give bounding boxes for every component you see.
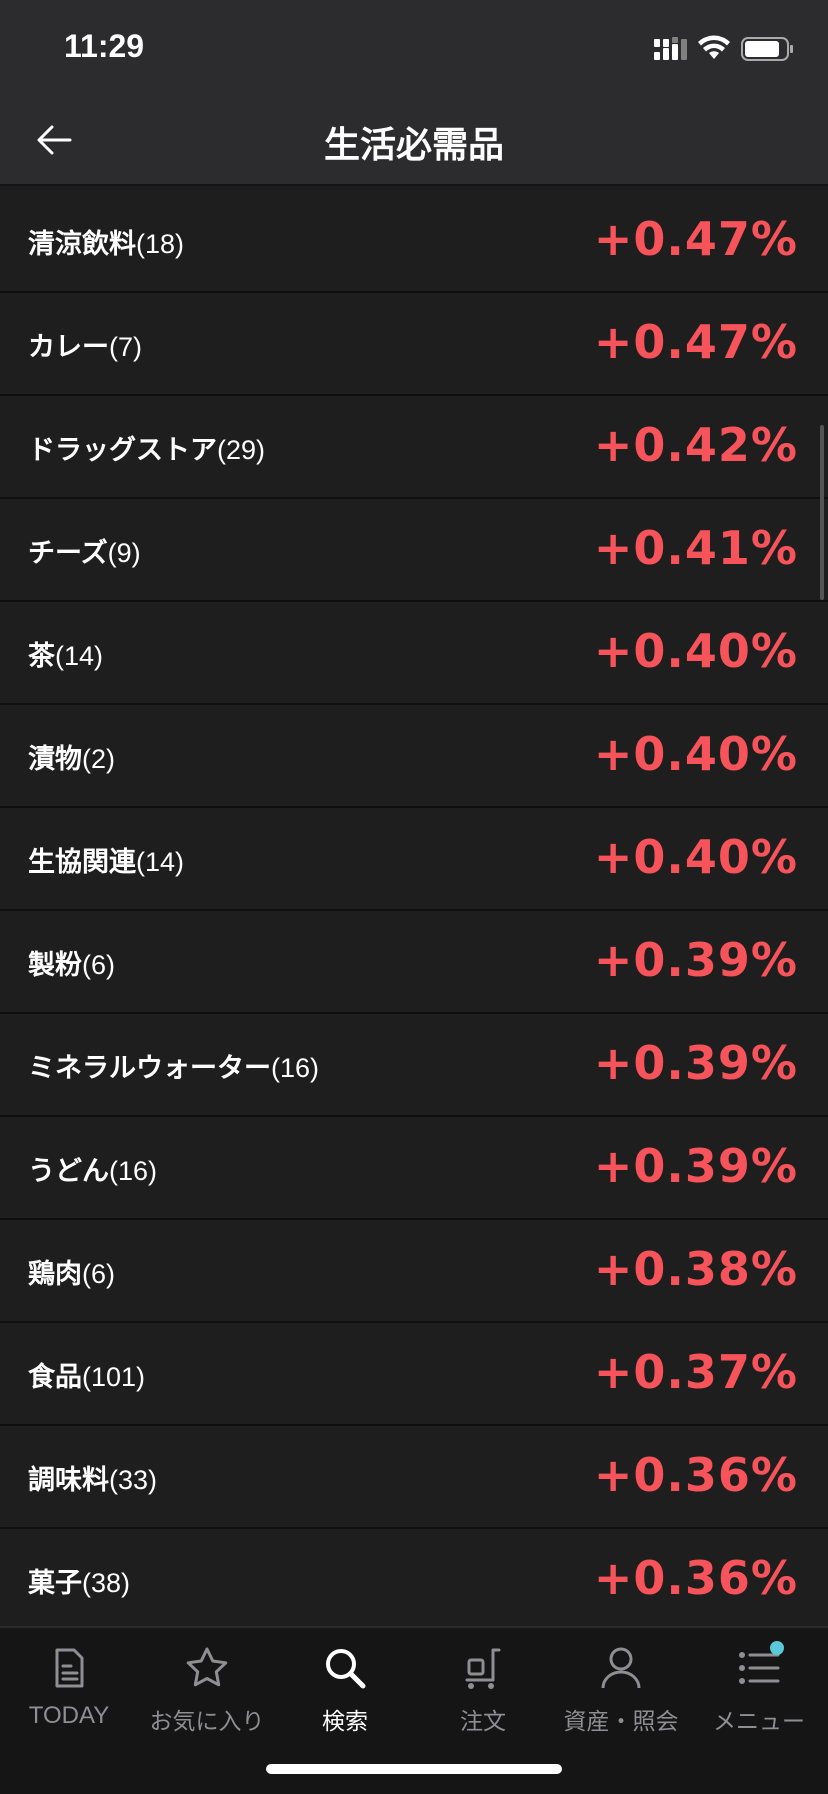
industry-name: ドラッグストア(29) [28,435,266,466]
industry-name: 茶(14) [28,641,104,672]
stock-count: (9) [107,538,141,568]
nav-bar: 生活必需品 [0,96,828,186]
list-item[interactable]: カレー(7) +0.47% [0,293,828,396]
tab-document[interactable]: TODAY [0,1638,138,1748]
search-icon [326,1649,366,1689]
stock-count: (6) [82,950,115,980]
stock-count: (14) [55,641,104,671]
tab-label: 検索 [322,1709,368,1735]
document-icon [55,1648,84,1688]
notification-dot [770,1641,784,1655]
list-item[interactable]: チーズ(9) +0.41% [0,499,828,602]
change-percent: +0.42% [593,418,798,472]
tab-star[interactable]: お気に入り [138,1638,276,1748]
change-percent: +0.47% [593,315,798,369]
tab-label: 資産・照会 [563,1709,679,1735]
change-percent: +0.37% [593,1345,798,1399]
list-item[interactable]: ミネラルウォーター(16) +0.39% [0,1014,828,1117]
list-item[interactable]: 製粉(6) +0.39% [0,911,828,1014]
stock-count: (29) [217,435,266,465]
stock-count: (14) [136,847,185,877]
change-percent: +0.47% [593,212,798,266]
cellular-signal-icon [654,37,687,60]
list-item[interactable]: 菓子(38) +0.36% [0,1529,828,1632]
change-percent: +0.40% [593,624,798,678]
tab-person[interactable]: 資産・照会 [552,1638,690,1748]
list-item[interactable]: 調味料(33) +0.36% [0,1426,828,1529]
battery-icon [741,37,793,61]
industry-name: カレー(7) [28,332,142,363]
stock-count: (2) [82,744,115,774]
industry-name: うどん(16) [28,1156,158,1187]
tab-label: TODAY [28,1702,110,1729]
person-icon [601,1647,641,1689]
list-item[interactable]: うどん(16) +0.39% [0,1117,828,1220]
status-time: 11:29 [64,28,145,64]
industry-name: 菓子(38) [28,1568,131,1599]
stock-count: (33) [109,1465,158,1495]
tab-menu-list[interactable]: メニュー [690,1638,828,1748]
stock-count: (38) [82,1568,131,1598]
scrollbar[interactable] [820,425,824,600]
change-percent: +0.36% [593,1448,798,1502]
change-percent: +0.38% [593,1242,798,1296]
change-percent: +0.41% [593,521,798,575]
status-bar: 11:29 [0,0,828,96]
change-percent: +0.39% [593,1036,798,1090]
change-percent: +0.36% [593,1551,798,1605]
list-item[interactable]: ドラッグストア(29) +0.42% [0,396,828,499]
list-item[interactable]: 鶏肉(6) +0.38% [0,1220,828,1323]
industry-name: 食品(101) [28,1362,146,1393]
stock-count: (6) [82,1259,115,1289]
list-item[interactable]: 食品(101) +0.37% [0,1323,828,1426]
stock-count: (7) [109,332,142,362]
stock-count: (18) [136,229,185,259]
tab-label: お気に入り [149,1709,265,1735]
status-icons [654,35,793,61]
change-percent: +0.40% [593,830,798,884]
industry-name: 製粉(6) [28,950,115,981]
star-icon [186,1647,228,1687]
tab-label: メニュー [713,1709,805,1735]
list-item[interactable]: 生協関連(14) +0.40% [0,808,828,911]
change-percent: +0.40% [593,727,798,781]
wifi-icon [698,35,730,59]
stock-count: (101) [82,1362,146,1392]
stock-count: (16) [109,1156,158,1186]
page-title: 生活必需品 [323,125,504,166]
home-indicator [266,1764,562,1774]
list-item[interactable]: 漬物(2) +0.40% [0,705,828,808]
industry-name: 清涼飲料(18) [28,229,185,260]
industry-name: 生協関連(14) [28,847,185,878]
tab-search[interactable]: 検索 [276,1638,414,1748]
industry-name: ミネラルウォーター(16) [28,1053,320,1084]
industry-name: 漬物(2) [28,744,115,775]
change-percent: +0.39% [593,933,798,987]
industry-name: 鶏肉(6) [28,1259,115,1290]
tab-label: 注文 [460,1709,506,1735]
cart-icon [465,1648,501,1689]
list-item[interactable]: 茶(14) +0.40% [0,602,828,705]
tab-cart[interactable]: 注文 [414,1638,552,1748]
industry-list: 清涼飲料(18) +0.47% カレー(7) +0.47% ドラッグストア(29) +0.… [0,190,828,1632]
stock-count: (16) [271,1053,320,1083]
list-item[interactable]: 清涼飲料(18) +0.47% [0,190,828,293]
industry-name: チーズ(9) [28,538,141,569]
industry-name: 調味料(33) [28,1465,158,1496]
change-percent: +0.39% [593,1139,798,1193]
